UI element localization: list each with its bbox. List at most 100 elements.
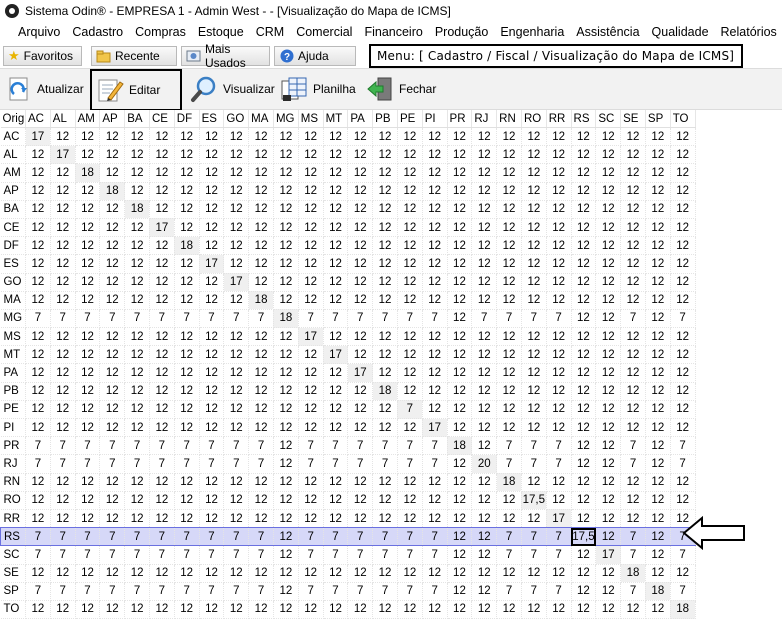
table-cell[interactable]: 12 [447, 564, 473, 583]
column-header[interactable]: RS [571, 110, 597, 128]
table-cell[interactable]: 12 [248, 127, 274, 147]
table-cell[interactable]: 12 [447, 491, 473, 510]
table-cell[interactable]: 12 [75, 491, 101, 510]
table-cell[interactable]: 12 [372, 127, 398, 147]
table-cell[interactable]: 12 [273, 600, 299, 620]
table-cell[interactable]: 12 [199, 491, 225, 510]
table-cell[interactable]: 12 [50, 163, 76, 183]
table-cell[interactable]: 12 [273, 473, 299, 492]
table-cell[interactable]: 12 [372, 400, 398, 420]
table-cell[interactable]: 12 [645, 127, 671, 147]
table-cell[interactable]: 12 [75, 273, 101, 292]
table-cell[interactable]: 12 [546, 236, 572, 256]
table-cell[interactable]: 12 [248, 218, 274, 238]
table-cell[interactable]: 12 [149, 400, 175, 420]
table-cell[interactable]: 7 [248, 309, 274, 329]
table-cell[interactable]: 12 [546, 327, 572, 347]
table-cell[interactable]: 12 [273, 545, 299, 565]
table-cell[interactable]: 12 [298, 236, 324, 256]
table-cell[interactable]: 12 [471, 236, 498, 256]
table-cell[interactable]: 12 [670, 236, 696, 256]
table-cell[interactable]: 12 [298, 509, 324, 529]
table-cell[interactable]: 12 [521, 145, 547, 165]
table-cell[interactable]: 7 [124, 454, 150, 474]
table-cell[interactable]: 12 [323, 145, 349, 165]
table-cell[interactable]: 12 [248, 182, 274, 201]
table-cell[interactable]: 12 [199, 509, 225, 529]
table-cell[interactable]: 12 [199, 145, 225, 165]
table-cell[interactable]: 12 [273, 509, 299, 529]
table-cell[interactable]: 12 [447, 291, 473, 310]
table-cell[interactable]: 12 [620, 345, 646, 365]
table-cell[interactable]: 12 [174, 254, 200, 274]
table-cell[interactable]: 12 [546, 291, 572, 310]
table-cell[interactable]: 7 [149, 582, 175, 601]
table-cell[interactable]: 12 [546, 564, 572, 583]
table-cell[interactable]: 12 [124, 363, 150, 383]
table-cell[interactable]: 12 [397, 218, 423, 238]
table-cell[interactable]: 12 [571, 127, 597, 147]
table-cell[interactable]: 12 [521, 400, 547, 420]
table-cell[interactable]: 12 [124, 600, 150, 620]
table-cell[interactable]: 12 [422, 163, 448, 183]
table-cell[interactable]: 12 [595, 509, 622, 529]
table-cell[interactable]: 12 [447, 418, 473, 438]
table-cell[interactable]: 12 [323, 254, 349, 274]
table-cell[interactable]: 12 [521, 345, 547, 365]
table-cell[interactable]: 12 [273, 327, 299, 347]
table-cell[interactable]: 7 [521, 309, 547, 329]
table-cell[interactable]: 12 [347, 382, 374, 401]
table-cell[interactable]: 7 [546, 527, 572, 547]
table-cell[interactable]: 7 [323, 436, 349, 456]
table-cell[interactable]: 12 [372, 600, 398, 620]
table-cell[interactable]: 12 [447, 182, 473, 201]
table-cell[interactable]: 7 [50, 309, 76, 329]
column-header[interactable]: RR [546, 110, 572, 128]
table-cell[interactable]: 12 [323, 327, 349, 347]
table-cell[interactable]: 12 [347, 182, 374, 201]
table-cell[interactable]: 12 [397, 182, 423, 201]
column-header[interactable]: AM [75, 110, 101, 128]
table-cell[interactable]: 12 [620, 163, 646, 183]
table-cell[interactable]: 7 [50, 582, 76, 601]
table-cell[interactable]: 12 [372, 418, 398, 438]
table-cell[interactable]: 12 [471, 182, 498, 201]
table-cell[interactable]: 12 [75, 382, 101, 401]
table-cell[interactable]: 12 [273, 418, 299, 438]
table-cell[interactable]: 12 [595, 200, 622, 219]
row-header[interactable]: BA [0, 200, 26, 219]
table-cell[interactable]: 7 [149, 454, 175, 474]
table-cell[interactable]: 12 [298, 200, 324, 219]
table-cell[interactable]: 12 [447, 236, 473, 256]
table-cell[interactable]: 7 [397, 545, 423, 565]
table-cell[interactable]: 12 [447, 527, 473, 547]
table-cell[interactable]: 12 [571, 145, 597, 165]
table-cell[interactable]: 12 [372, 363, 398, 383]
visualizar-button[interactable]: Visualizar [186, 70, 276, 108]
table-cell[interactable]: 12 [273, 145, 299, 165]
table-cell[interactable]: 7 [620, 309, 646, 329]
table-cell[interactable]: 12 [273, 363, 299, 383]
table-cell[interactable]: 12 [347, 509, 374, 529]
table-cell[interactable]: 12 [347, 291, 374, 310]
table-cell[interactable]: 12 [149, 273, 175, 292]
table-cell[interactable]: 17 [546, 509, 572, 529]
table-cell[interactable]: 12 [124, 509, 150, 529]
table-cell[interactable]: 12 [546, 418, 572, 438]
table-cell[interactable]: 12 [372, 236, 398, 256]
table-cell[interactable]: 7 [546, 436, 572, 456]
row-header[interactable]: DF [0, 236, 26, 256]
table-cell[interactable]: 12 [546, 254, 572, 274]
table-cell[interactable]: 12 [447, 200, 473, 219]
table-cell[interactable]: 12 [223, 218, 250, 238]
table-cell[interactable]: 12 [99, 218, 126, 238]
table-cell[interactable]: 12 [75, 418, 101, 438]
table-cell[interactable]: 12 [571, 582, 597, 601]
table-cell[interactable]: 7 [199, 436, 225, 456]
column-header[interactable]: RN [496, 110, 522, 128]
table-cell[interactable]: 7 [149, 545, 175, 565]
table-cell[interactable]: 12 [670, 363, 696, 383]
table-cell[interactable]: 17,5 [521, 491, 547, 510]
row-header[interactable]: PI [0, 418, 26, 438]
table-cell[interactable]: 12 [571, 345, 597, 365]
